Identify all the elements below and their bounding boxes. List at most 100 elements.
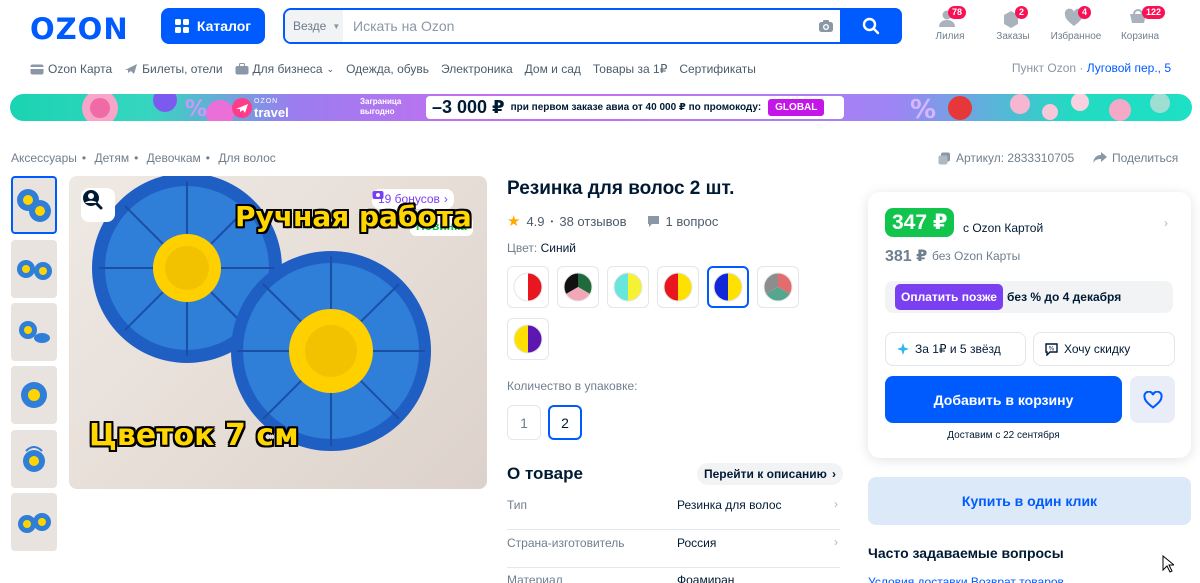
nav-item-electronics[interactable]: Электроника	[441, 61, 513, 77]
breadcrumb-item[interactable]: Детям	[94, 151, 129, 165]
pickup-label: Пункт Ozon ·	[1011, 61, 1084, 75]
gallery-thumbnail[interactable]	[11, 493, 57, 551]
header-favorites[interactable]: 4 Избранное	[1046, 6, 1106, 42]
breadcrumb-item[interactable]: Для волос	[218, 151, 275, 165]
search-input[interactable]	[343, 10, 812, 42]
nav-item-certificates[interactable]: Сертификаты	[679, 61, 756, 77]
briefcase-icon	[235, 63, 249, 75]
chevron-right-icon: ›	[834, 497, 838, 511]
nav-item-one-ruble[interactable]: Товары за 1₽	[593, 61, 667, 77]
catalog-label: Каталог	[196, 18, 252, 34]
catalog-button[interactable]: Каталог	[161, 8, 265, 44]
spec-row[interactable]: Тип Резинка для волос ›	[507, 493, 840, 530]
overlay-text-top: Ручная работа	[235, 200, 472, 233]
camera-search-icon[interactable]	[812, 19, 840, 33]
swatch-segment	[514, 273, 528, 301]
gallery-thumbnail[interactable]	[11, 176, 57, 234]
reviews-link[interactable]: 38 отзывов	[559, 214, 626, 229]
nav-label: Товары за 1₽	[592, 62, 668, 76]
regular-price-label: без Ozon Карты	[932, 249, 1021, 263]
color-swatch[interactable]	[507, 266, 549, 308]
image-search-button[interactable]	[81, 188, 115, 222]
pay-later-button[interactable]: Оплатить позже	[895, 284, 1003, 310]
gallery-thumbnail[interactable]	[11, 240, 57, 298]
swatch-segment	[664, 273, 678, 301]
search-button[interactable]	[840, 8, 902, 44]
banner-brand-name: travel	[254, 105, 289, 120]
swatch-segment	[614, 273, 628, 301]
pay-later-block[interactable]: Оплатить позже без % до 4 декабря	[885, 281, 1173, 313]
color-swatch[interactable]	[757, 266, 799, 308]
color-swatch[interactable]	[657, 266, 699, 308]
nav-item-clothes[interactable]: Одежда, обувь	[346, 61, 429, 77]
nav-item-home[interactable]: Дом и сад	[525, 61, 581, 77]
banner-amount: –3 000 ₽	[432, 97, 505, 117]
banner-decor-right: %	[910, 94, 1170, 121]
search-bar: Везде ▼	[283, 8, 902, 44]
regular-price: 381 ₽	[885, 248, 928, 265]
favorites-label: Избранное	[1050, 31, 1102, 42]
color-swatch[interactable]	[707, 266, 749, 308]
color-swatch[interactable]	[507, 318, 549, 360]
product-main-image[interactable]: 19 бонусов › Новинка Ручная работа Цветок…	[69, 176, 487, 489]
gallery-thumbnail[interactable]	[11, 430, 57, 488]
swatch-segment	[528, 273, 542, 301]
lens-icon	[83, 190, 103, 210]
stars-offer-button[interactable]: За 1₽ и 5 звёзд	[885, 332, 1026, 366]
profile-label: Лилия	[935, 31, 965, 42]
questions-link[interactable]: 1 вопрос	[647, 213, 719, 229]
qty-option-2[interactable]: 2	[548, 405, 582, 440]
to-description-button[interactable]: Перейти к описанию ›	[697, 463, 843, 485]
sparkle-icon	[897, 343, 909, 355]
want-discount-button[interactable]: % Хочу скидку	[1033, 332, 1175, 366]
swatch-circle	[513, 272, 543, 302]
color-swatch[interactable]	[557, 266, 599, 308]
buy-one-click-button[interactable]: Купить в один клик	[868, 477, 1191, 525]
article-number[interactable]: Артикул: 2833310705	[938, 151, 1074, 165]
top-nav: Ozon Карта Билеты, отели Для бизнеса ⌄ Од…	[30, 61, 768, 77]
swatch-segment	[528, 325, 542, 353]
header: OZON Каталог Везде ▼ 78 Лилия 2 Заказы 4 …	[0, 0, 1200, 56]
nav-item-ozon-card[interactable]: Ozon Карта	[30, 61, 112, 77]
header-profile[interactable]: 78 Лилия	[920, 6, 980, 42]
header-cart[interactable]: 122 Корзина	[1110, 6, 1170, 42]
pickup-point[interactable]: Пункт Ozon · Луговой пер., 5	[1012, 61, 1171, 75]
spec-row[interactable]: Материал Фоамиран	[507, 568, 840, 583]
rating-row: ★ 4.9 • 38 отзывов 1 вопрос	[507, 212, 718, 230]
chevron-right-icon: ›	[831, 467, 836, 481]
header-orders[interactable]: 2 Заказы	[983, 6, 1043, 42]
search-icon	[862, 17, 880, 35]
pay-later-text: без % до 4 декабря	[1007, 290, 1122, 304]
color-swatch[interactable]	[607, 266, 649, 308]
spec-row[interactable]: Страна-изготовитель Россия ›	[507, 531, 840, 568]
nav-item-tickets[interactable]: Билеты, отели	[124, 61, 223, 77]
color-label: Цвет: Синий	[507, 241, 576, 255]
gallery-thumbnail[interactable]	[11, 303, 57, 361]
cart-label: Корзина	[1120, 31, 1160, 42]
gallery-thumbnail[interactable]	[11, 366, 57, 424]
spec-key: Материал	[507, 573, 563, 583]
favorite-button[interactable]	[1130, 376, 1175, 423]
search-scope-select[interactable]: Везде ▼	[285, 10, 343, 42]
breadcrumb-item[interactable]: Девочкам	[147, 151, 201, 165]
flower-image	[21, 382, 47, 408]
share-button[interactable]: Поделиться	[1093, 151, 1178, 165]
add-to-cart-button[interactable]: Добавить в корзину	[885, 376, 1122, 423]
promo-banner[interactable]: % % OZON travel Заграница выгодно –3 000 …	[10, 94, 1192, 121]
card-icon	[30, 64, 44, 74]
nav-item-business[interactable]: Для бизнеса ⌄	[235, 61, 334, 77]
orders-badge: 2	[1015, 6, 1029, 19]
svg-text:%: %	[910, 95, 936, 121]
banner-brand: OZON travel	[254, 96, 289, 120]
banner-decor-left: %	[82, 94, 234, 121]
color-value: Синий	[540, 241, 576, 255]
ozon-logo[interactable]: OZON	[30, 12, 129, 46]
share-icon	[1093, 152, 1107, 163]
discount-chat-icon: %	[1045, 342, 1058, 356]
faq-links[interactable]: Условия доставки Возврат товаров	[868, 575, 1064, 583]
breadcrumb-item[interactable]: Аксессуары	[11, 151, 77, 165]
chevron-right-icon[interactable]: ›	[1164, 216, 1168, 230]
qty-option-1[interactable]: 1	[507, 405, 541, 440]
questions-text: 1 вопрос	[665, 213, 719, 229]
spec-value: Фоамиран	[677, 573, 735, 583]
